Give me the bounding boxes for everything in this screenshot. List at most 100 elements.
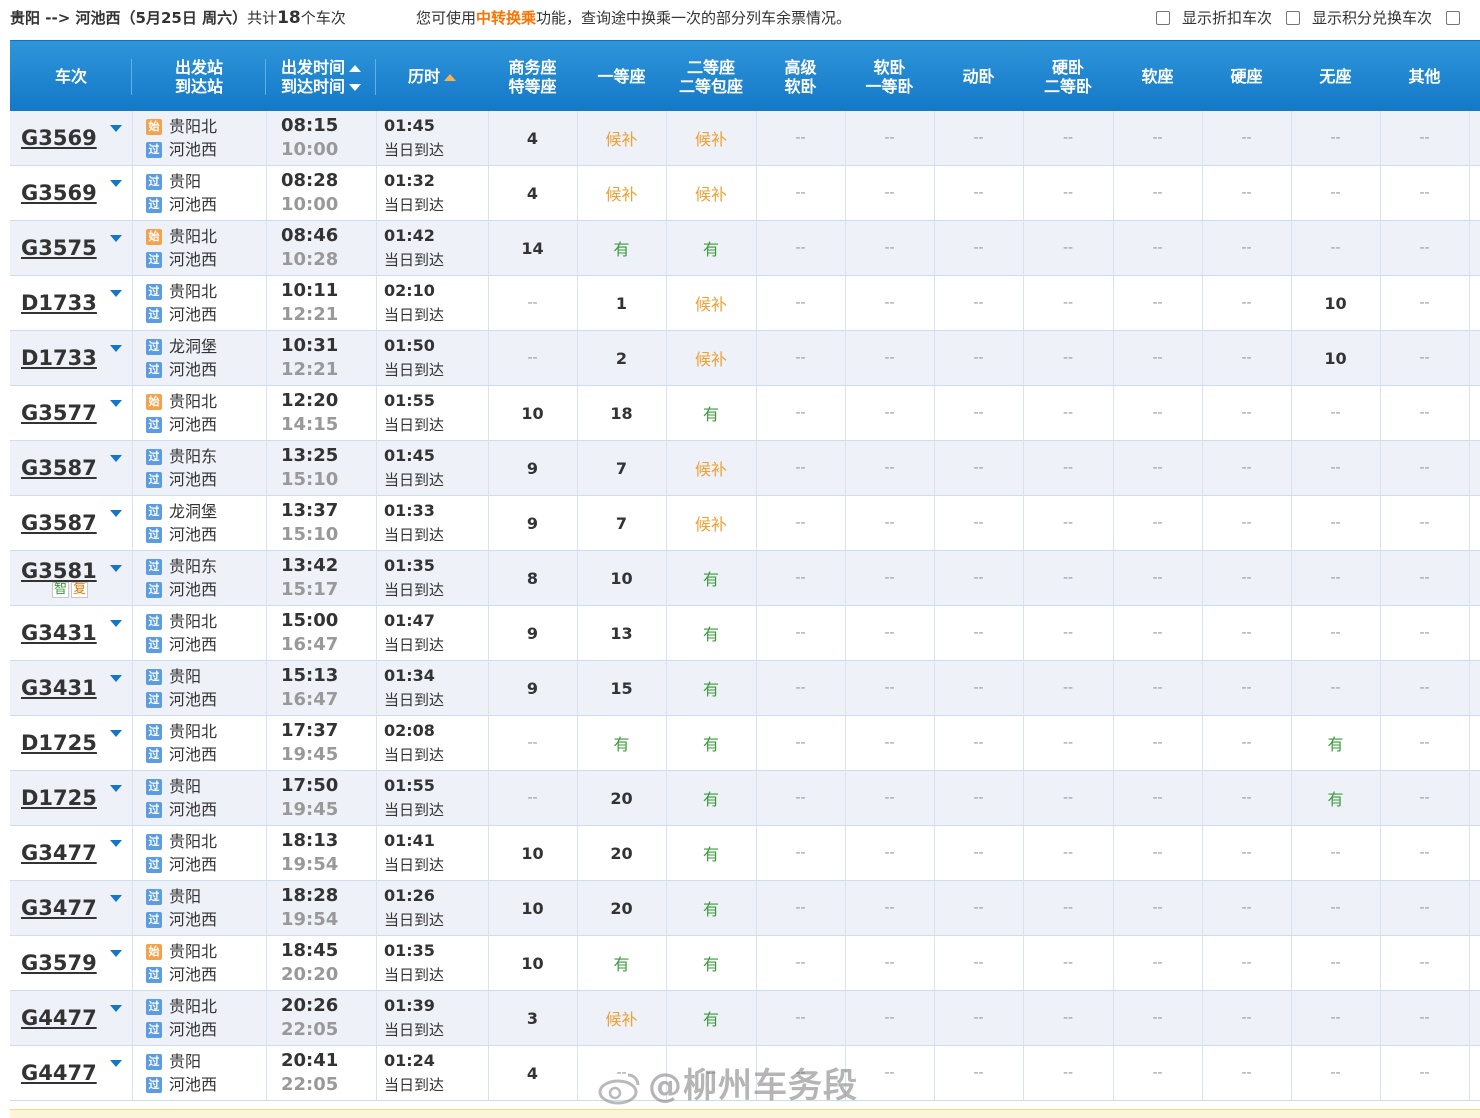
departure-station-name[interactable]: 贵阳北 [169,942,217,962]
table-row[interactable]: G3431 过 贵阳 过 河池西 15:13 16:47 01:34 当日到达 9 15… [10,661,1480,716]
sort-duration-icon[interactable] [444,74,456,81]
seat-business-cell[interactable]: 9 [488,441,577,495]
discount-checkbox[interactable] [1156,11,1170,25]
col-times[interactable]: 出发时间 到达时间 [266,41,376,112]
seat-first-cell[interactable]: 有 [577,716,666,770]
table-row[interactable]: G3575 始 贵阳北 过 河池西 08:46 10:28 01:42 当日到达 14… [10,221,1480,276]
seat-second-cell[interactable]: 有 [666,716,756,770]
chevron-down-icon[interactable] [110,675,122,682]
train-number-link[interactable]: D1725 [21,786,97,810]
table-row[interactable]: G4477 过 贵阳北 过 河池西 20:26 22:05 01:39 当日到达 3 候… [10,991,1480,1046]
table-row[interactable]: D1733 过 贵阳北 过 河池西 10:11 12:21 02:10 当日到达 --… [10,276,1480,331]
arrival-station-name[interactable]: 河池西 [169,690,217,710]
seat-no-seat-cell[interactable]: 10 [1291,331,1380,385]
seat-first-cell[interactable]: 20 [577,826,666,880]
seat-business-cell[interactable]: 4 [488,1046,577,1100]
arrival-station-name[interactable]: 河池西 [169,250,217,270]
seat-first-cell[interactable]: 2 [577,331,666,385]
train-number-link[interactable]: G3477 [21,841,97,865]
train-number-link[interactable]: G3569 [21,126,97,150]
table-row[interactable]: G3431 过 贵阳北 过 河池西 15:00 16:47 01:47 当日到达 9 1… [10,606,1480,661]
seat-second-cell[interactable]: 候补 [666,166,756,220]
seat-first-cell[interactable]: 有 [577,936,666,990]
table-row[interactable]: G3577 始 贵阳北 过 河池西 12:20 14:15 01:55 当日到达 10… [10,386,1480,441]
seat-business-cell[interactable]: 4 [488,111,577,165]
departure-station-name[interactable]: 贵阳北 [169,722,217,742]
train-number-link[interactable]: G3587 [21,511,97,535]
sort-dep-icon[interactable] [349,64,361,72]
arrival-station-name[interactable]: 河池西 [169,195,217,215]
seat-second-cell[interactable]: 有 [666,661,756,715]
seat-first-cell[interactable]: 7 [577,496,666,550]
departure-station-name[interactable]: 贵阳 [169,777,201,797]
seat-business-cell[interactable]: 14 [488,221,577,275]
seat-first-cell[interactable]: 7 [577,441,666,495]
chevron-down-icon[interactable] [110,235,122,242]
arrival-station-name[interactable]: 河池西 [169,1020,217,1040]
seat-first-cell[interactable]: 候补 [577,166,666,220]
arrival-station-name[interactable]: 河池西 [169,140,217,160]
chevron-down-icon[interactable] [110,125,122,132]
chevron-down-icon[interactable] [110,620,122,627]
seat-first-cell[interactable]: 20 [577,881,666,935]
arrival-station-name[interactable]: 河池西 [169,855,217,875]
extra-filter[interactable] [1446,0,1472,36]
departure-station-name[interactable]: 贵阳 [169,887,201,907]
arrival-station-name[interactable]: 河池西 [169,635,217,655]
train-number-link[interactable]: G3587 [21,456,97,480]
seat-second-cell[interactable]: 有 [666,551,756,605]
arrival-station-name[interactable]: 河池西 [169,910,217,930]
departure-station-name[interactable]: 贵阳北 [169,117,217,137]
departure-station-name[interactable]: 贵阳北 [169,392,217,412]
departure-station-name[interactable]: 贵阳北 [169,227,217,247]
chevron-down-icon[interactable] [110,840,122,847]
table-row[interactable]: G3587 过 贵阳东 过 河池西 13:25 15:10 01:45 当日到达 9 7… [10,441,1480,496]
departure-station-name[interactable]: 龙洞堡 [169,502,217,522]
transfer-link[interactable]: 中转换乘 [476,9,536,27]
table-row[interactable]: G3569 过 贵阳 过 河池西 08:28 10:00 01:32 当日到达 4 候补… [10,166,1480,221]
arrival-station-name[interactable]: 河池西 [169,470,217,490]
train-number-link[interactable]: G3569 [21,181,97,205]
seat-business-cell[interactable]: 10 [488,881,577,935]
departure-station-name[interactable]: 贵阳东 [169,447,217,467]
seat-no-seat-cell[interactable]: 有 [1291,771,1380,825]
arrival-station-name[interactable]: 河池西 [169,415,217,435]
table-row[interactable]: D1733 过 龙洞堡 过 河池西 10:31 12:21 01:50 当日到达 --… [10,331,1480,386]
seat-second-cell[interactable]: 有 [666,991,756,1045]
seat-business-cell[interactable]: 8 [488,551,577,605]
arrival-station-name[interactable]: 河池西 [169,525,217,545]
train-number-link[interactable]: G4477 [21,1006,97,1030]
train-number-link[interactable]: D1733 [21,291,97,315]
seat-second-cell[interactable]: 候补 [666,276,756,330]
seat-first-cell[interactable]: 15 [577,661,666,715]
seat-first-cell[interactable]: 20 [577,771,666,825]
table-row[interactable]: G3579 始 贵阳北 过 河池西 18:45 20:20 01:35 当日到达 10… [10,936,1480,991]
extra-checkbox[interactable] [1446,11,1460,25]
chevron-down-icon[interactable] [110,290,122,297]
seat-second-cell[interactable]: 有 [666,221,756,275]
departure-station-name[interactable]: 贵阳北 [169,997,217,1017]
seat-first-cell[interactable]: 10 [577,551,666,605]
train-number-link[interactable]: G4477 [21,1061,97,1085]
train-number-link[interactable]: G3581 [21,559,97,583]
arrival-station-name[interactable]: 河池西 [169,305,217,325]
chevron-down-icon[interactable] [110,455,122,462]
seat-second-cell[interactable]: 有 [666,771,756,825]
train-number-link[interactable]: G3431 [21,676,97,700]
table-row[interactable]: G3477 过 贵阳 过 河池西 18:28 19:54 01:26 当日到达 10 2… [10,881,1480,936]
seat-business-cell[interactable]: 10 [488,936,577,990]
chevron-down-icon[interactable] [110,1005,122,1012]
departure-station-name[interactable]: 贵阳北 [169,832,217,852]
departure-station-name[interactable]: 贵阳 [169,172,201,192]
arrival-station-name[interactable]: 河池西 [169,360,217,380]
arrival-station-name[interactable]: 河池西 [169,965,217,985]
chevron-down-icon[interactable] [110,895,122,902]
departure-station-name[interactable]: 龙洞堡 [169,337,217,357]
table-row[interactable]: G3569 始 贵阳北 过 河池西 08:15 10:00 01:45 当日到达 4 候… [10,111,1480,166]
seat-second-cell[interactable]: 候补 [666,111,756,165]
train-number-link[interactable]: D1733 [21,346,97,370]
seat-no-seat-cell[interactable]: 有 [1291,716,1380,770]
departure-station-name[interactable]: 贵阳 [169,667,201,687]
chevron-down-icon[interactable] [110,400,122,407]
seat-first-cell[interactable]: 1 [577,276,666,330]
